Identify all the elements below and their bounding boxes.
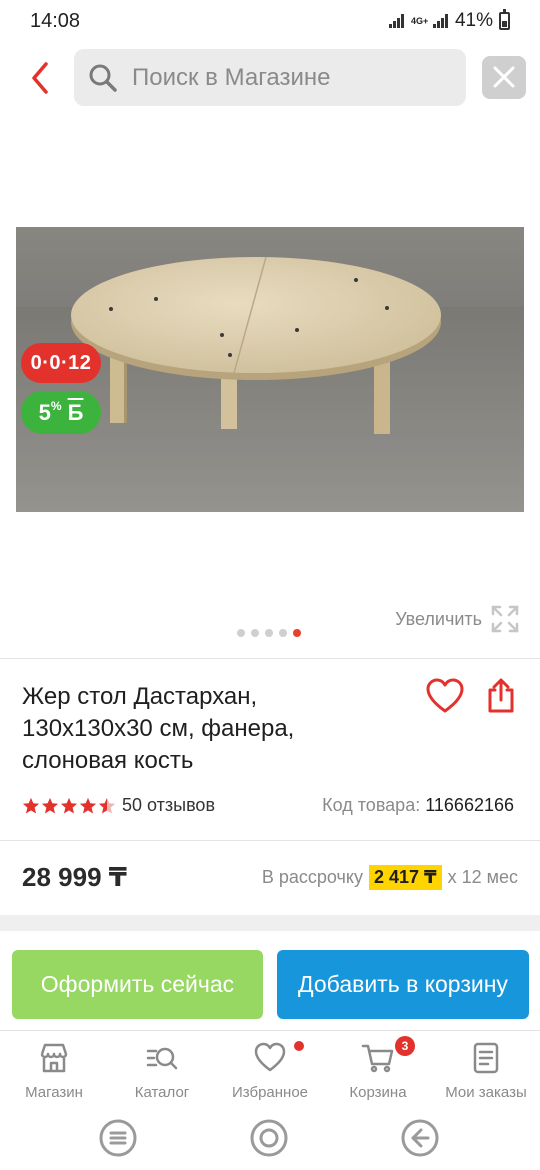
nav-label: Корзина (349, 1084, 407, 1101)
recent-apps-icon (99, 1119, 137, 1157)
pagination-dot[interactable] (237, 629, 245, 637)
pagination-dot[interactable] (251, 629, 259, 637)
status-indicators: 4G+ 41% (388, 9, 510, 32)
chevron-left-icon (32, 62, 48, 94)
pagination-dot[interactable] (279, 629, 287, 637)
installment-prefix: В рассрочку (261, 867, 363, 887)
catalog-search-icon (146, 1047, 178, 1070)
product-title: Жер стол Дастархан, 130x130x30 см, фанер… (22, 683, 295, 774)
cart-icon (361, 1044, 394, 1073)
divider (0, 840, 540, 841)
installment-amount: 2 417 ₸ (369, 865, 442, 890)
section-divider (0, 915, 540, 931)
battery-icon (499, 9, 510, 30)
orders-icon (473, 1042, 499, 1074)
gallery-pagination[interactable] (237, 629, 301, 637)
bottom-navigation: Магазин Каталог Избранное 3 Корзина Мои … (0, 1030, 540, 1108)
star-icon (22, 797, 40, 813)
heart-icon (426, 678, 464, 713)
search-input[interactable] (132, 64, 452, 92)
star-icon (79, 797, 97, 813)
nav-item-shop[interactable]: Магазин (0, 1041, 108, 1101)
rating[interactable]: 50 отзывов (22, 795, 215, 816)
share-button[interactable] (484, 677, 518, 715)
nav-item-cart[interactable]: 3 Корзина (324, 1036, 432, 1101)
share-icon (488, 678, 514, 713)
nav-label: Мои заказы (445, 1084, 527, 1101)
installment-suffix: х 12 мес (447, 867, 518, 887)
star-half-icon (98, 797, 116, 813)
back-button[interactable] (24, 58, 60, 98)
cart-count-badge: 3 (395, 1036, 415, 1056)
nav-item-catalog[interactable]: Каталог (108, 1041, 216, 1101)
bonus-badge-value: 5 (38, 400, 51, 425)
installment-info[interactable]: В рассрочку 2 417 ₸ х 12 мес (262, 865, 518, 890)
signal-icon-2 (432, 14, 449, 28)
status-bar: 14:08 4G+ 41% (0, 0, 540, 42)
signal-icon (388, 14, 405, 28)
nav-item-orders[interactable]: Мои заказы (432, 1041, 540, 1101)
nav-label: Магазин (25, 1084, 83, 1101)
product-code: Код товара: 116662166 (322, 795, 514, 816)
product-price: 28 999 ₸ (22, 862, 127, 892)
recent-apps-button[interactable] (98, 1118, 138, 1158)
bonus-badge: 5% Б (21, 391, 101, 434)
product-code-label: Код товара: (322, 795, 421, 815)
pagination-dot-active[interactable] (293, 629, 301, 637)
battery-percent: 41% (454, 10, 493, 31)
nav-label: Избранное (231, 1084, 309, 1101)
system-navigation (0, 1108, 540, 1170)
add-to-cart-button[interactable]: Добавить в корзину (277, 950, 529, 1019)
favorites-indicator-dot (294, 1041, 304, 1051)
heart-icon (254, 1042, 286, 1072)
search-bar[interactable] (74, 49, 466, 106)
search-icon (89, 64, 117, 92)
zoom-button[interactable]: Увеличить (395, 604, 520, 634)
home-button[interactable] (249, 1118, 289, 1158)
bonus-badge-suffix: Б (67, 400, 84, 425)
expand-icon (491, 605, 519, 633)
star-icon (41, 797, 59, 813)
nav-label: Каталог (134, 1084, 190, 1101)
installment-badge: 0·0·12 (21, 343, 101, 383)
favorite-button[interactable] (425, 677, 465, 715)
home-circle-icon (250, 1119, 288, 1157)
shop-icon (40, 1043, 68, 1073)
buy-now-button[interactable]: Оформить сейчас (12, 950, 263, 1019)
pagination-dot[interactable] (265, 629, 273, 637)
product-code-value: 116662166 (425, 795, 514, 815)
divider (0, 658, 540, 659)
network-type: 4G+ (410, 15, 429, 26)
system-back-button[interactable] (400, 1118, 440, 1158)
reviews-count[interactable]: 50 отзывов (122, 795, 215, 816)
status-time: 14:08 (30, 10, 81, 32)
zoom-label: Увеличить (395, 608, 482, 629)
close-icon (493, 66, 515, 88)
close-button[interactable] (482, 56, 526, 99)
star-icon (60, 797, 78, 813)
rating-stars (22, 797, 116, 815)
arrow-left-circle-icon (401, 1119, 439, 1157)
bonus-badge-percent: % (50, 399, 62, 413)
nav-item-favorites[interactable]: Избранное (216, 1041, 324, 1101)
